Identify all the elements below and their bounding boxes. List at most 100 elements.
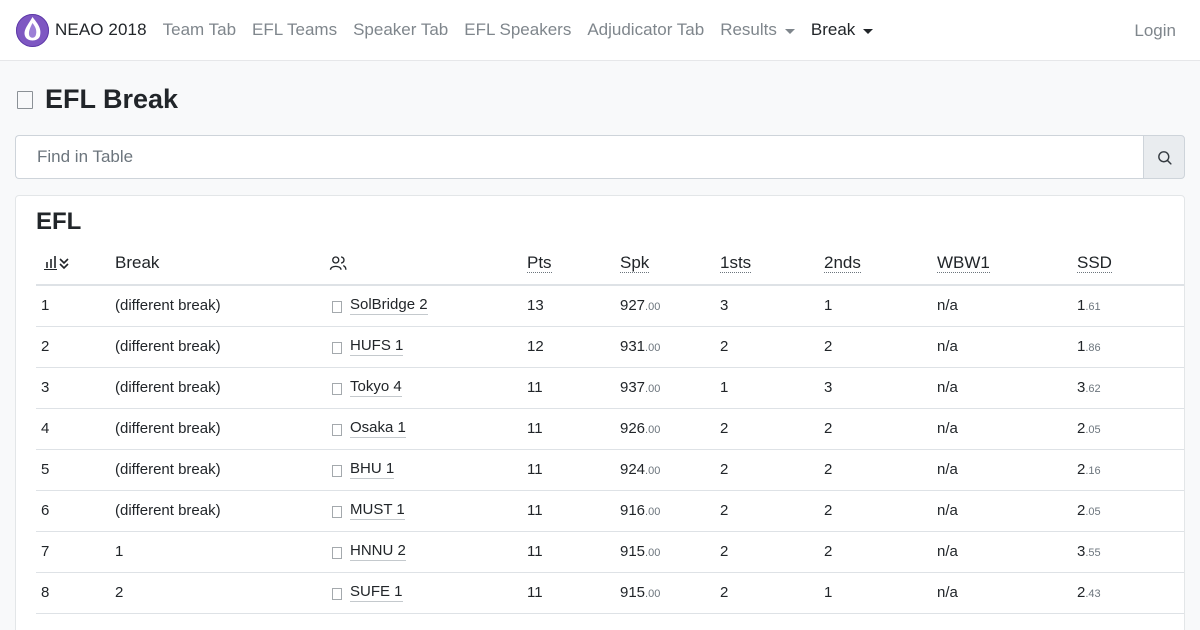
cell-wbw: n/a (932, 367, 1072, 409)
team-link[interactable]: HUFS 1 (350, 337, 404, 356)
nav-speaker-tab[interactable]: Speaker Tab (345, 20, 456, 40)
cell-rank: 3 (36, 367, 110, 409)
cell-team: SolBridge 2 (324, 285, 522, 327)
cell-rank: 7 (36, 531, 110, 573)
search-input[interactable] (15, 135, 1143, 179)
cell-rank: 8 (36, 572, 110, 614)
cell-ssd: 1.61 (1072, 285, 1184, 327)
cell-pts: 11 (522, 408, 615, 450)
ssd-dec: .16 (1085, 465, 1101, 477)
cell-seconds: 2 (819, 490, 932, 532)
header-pts[interactable]: Pts (522, 242, 615, 286)
header-ssd[interactable]: SSD (1072, 242, 1184, 286)
brand-link[interactable]: NEAO 2018 (16, 13, 147, 47)
login-link[interactable]: Login (1134, 0, 1176, 61)
ssd-dec: .61 (1085, 301, 1101, 314)
break-card: EFL Break Pts Spk 1sts 2nds WBW1 SSD 1 (… (15, 195, 1185, 630)
team-link[interactable]: BHU 1 (350, 460, 395, 479)
cell-team: HUFS 1 (324, 326, 522, 368)
cell-team: Tokyo 4 (324, 367, 522, 409)
ssd-dec: .05 (1085, 424, 1101, 436)
table-row: 4 (different break) Osaka 1 11 926.00 2 2 n/a 2.… (36, 408, 1184, 450)
search-button[interactable] (1143, 135, 1185, 179)
brand-name: NEAO 2018 (55, 20, 147, 39)
spk-int: 915 (620, 543, 646, 560)
cell-spk: 927.00 (615, 285, 715, 327)
cell-wbw: n/a (932, 490, 1072, 532)
table-row: 8 2 SUFE 1 11 915.00 2 1 n/a 2.43 (36, 572, 1184, 614)
nav-speaker-tab-label: Speaker Tab (353, 20, 449, 39)
table-row: 2 (different break) HUFS 1 12 931.00 2 2 n/a 1.8… (36, 326, 1184, 368)
nav-team-tab[interactable]: Team Tab (155, 20, 244, 40)
navbar: NEAO 2018 Team Tab EFL Teams Speaker Tab EF… (0, 0, 1200, 61)
nav-efl-speakers[interactable]: EFL Speakers (456, 20, 579, 40)
cell-wbw: n/a (932, 449, 1072, 491)
team-link[interactable]: Osaka 1 (350, 419, 406, 438)
cell-spk: 937.00 (615, 367, 715, 409)
cell-spk: 915.00 (615, 531, 715, 573)
ssd-dec: .43 (1085, 588, 1101, 600)
ranking-sort-icon (44, 256, 69, 270)
chevron-down-icon (784, 28, 795, 34)
cell-firsts: 2 (715, 449, 819, 491)
cell-pts: 11 (522, 367, 615, 409)
team-icon (332, 383, 342, 395)
table-row: 5 (different break) BHU 1 11 924.00 2 2 n/a 2.16 (36, 449, 1184, 491)
cell-wbw: n/a (932, 408, 1072, 450)
cell-team: BHU 1 (324, 449, 522, 491)
cell-break: (different break) (110, 285, 324, 327)
nav-results[interactable]: Results (712, 20, 803, 40)
table-row: 3 (different break) Tokyo 4 11 937.00 1 3 n/a 3.… (36, 367, 1184, 409)
header-wbw[interactable]: WBW1 (932, 242, 1072, 286)
cell-rank: 1 (36, 285, 110, 327)
spk-int: 916 (620, 502, 646, 519)
spk-dec: .00 (645, 547, 661, 559)
cell-break: (different break) (110, 367, 324, 409)
cell-break: 2 (110, 572, 324, 614)
cell-wbw: n/a (932, 326, 1072, 368)
header-spk[interactable]: Spk (615, 242, 715, 286)
cell-ssd: 3.62 (1072, 367, 1184, 409)
spk-dec: .00 (645, 301, 661, 314)
page-title: EFL Break (45, 84, 179, 114)
spk-dec: .00 (645, 588, 661, 600)
team-link[interactable]: MUST 1 (350, 501, 405, 520)
card-title: EFL (36, 208, 82, 235)
cell-seconds: 2 (819, 531, 932, 573)
cell-ssd: 1.86 (1072, 326, 1184, 368)
cell-seconds: 1 (819, 572, 932, 614)
cell-seconds: 3 (819, 367, 932, 409)
team-link[interactable]: SolBridge 2 (350, 296, 428, 316)
cell-team: MUST 1 (324, 490, 522, 532)
cell-break: 1 (110, 531, 324, 573)
cell-rank: 4 (36, 408, 110, 450)
ssd-dec: .05 (1085, 506, 1101, 518)
cell-rank: 2 (36, 326, 110, 368)
team-link[interactable]: HNNU 2 (350, 542, 406, 561)
nav-adjudicator-tab[interactable]: Adjudicator Tab (579, 20, 712, 40)
header-seconds[interactable]: 2nds (819, 242, 932, 286)
team-link[interactable]: SUFE 1 (350, 583, 403, 602)
ssd-dec: .86 (1085, 342, 1101, 354)
cell-firsts: 2 (715, 326, 819, 368)
header-team[interactable] (324, 242, 522, 286)
cell-wbw: n/a (932, 531, 1072, 573)
tabbycat-logo-icon (16, 13, 49, 47)
header-rank[interactable] (36, 242, 110, 286)
users-icon (329, 256, 347, 270)
header-break[interactable]: Break (110, 242, 324, 286)
nav-efl-teams[interactable]: EFL Teams (244, 20, 345, 40)
cell-wbw: n/a (932, 285, 1072, 327)
table-row: 1 (different break) SolBridge 2 13 927.00 3 1 n… (36, 285, 1184, 327)
ssd-dec: .55 (1085, 547, 1101, 559)
cell-ssd: 2.05 (1072, 490, 1184, 532)
cell-pts: 11 (522, 531, 615, 573)
cell-pts: 13 (522, 285, 615, 327)
page-heading: EFL Break (16, 84, 178, 115)
cell-firsts: 3 (715, 285, 819, 327)
header-firsts[interactable]: 1sts (715, 242, 819, 286)
cell-spk: 916.00 (615, 490, 715, 532)
team-link[interactable]: Tokyo 4 (350, 378, 402, 397)
nav-break[interactable]: Break (803, 20, 881, 40)
spk-int: 937 (620, 379, 646, 396)
